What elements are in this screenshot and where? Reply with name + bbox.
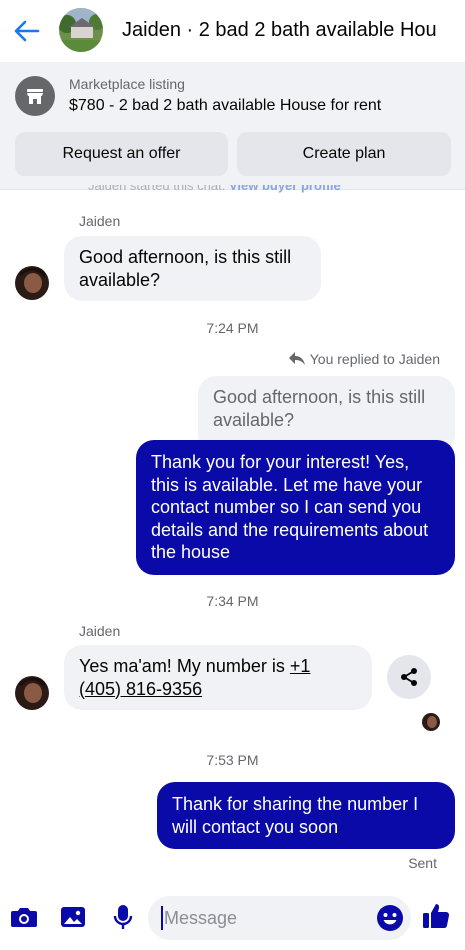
back-arrow-icon[interactable] (10, 14, 44, 48)
listing-title[interactable]: $780 - 2 bad 2 bath available House for … (69, 97, 381, 115)
share-button[interactable] (387, 655, 431, 699)
avatar[interactable] (15, 266, 49, 300)
conversation-title[interactable]: Jaiden · 2 bad 2 bath available House fo… (122, 19, 437, 42)
camera-button[interactable] (9, 902, 39, 932)
microphone-button[interactable] (108, 902, 138, 932)
reply-indicator-text: You replied to Jaiden (309, 351, 440, 367)
marketplace-label: Marketplace listing (69, 76, 185, 92)
message-text: Yes ma'am! My number is (79, 656, 290, 676)
marketplace-store-icon (15, 76, 55, 116)
delivery-status: Sent (408, 855, 437, 871)
reply-indicator: You replied to Jaiden (288, 351, 440, 367)
incoming-message[interactable]: Yes ma'am! My number is +1 (405) 816-935… (64, 645, 372, 710)
seen-avatar (422, 713, 440, 731)
outgoing-message[interactable]: Thank you for your interest! Yes, this i… (136, 440, 455, 575)
request-offer-button[interactable]: Request an offer (15, 132, 228, 176)
gallery-button[interactable] (58, 902, 88, 932)
timestamp: 7:24 PM (206, 320, 259, 336)
outgoing-message[interactable]: Thank for sharing the number I will cont… (157, 782, 455, 849)
timestamp: 7:34 PM (206, 593, 259, 609)
share-icon (401, 668, 417, 686)
gallery-icon (61, 907, 85, 927)
marketplace-listing-panel: Marketplace listing $780 - 2 bad 2 bath … (0, 62, 465, 190)
message-input[interactable] (148, 896, 411, 940)
conversation-header: Jaiden · 2 bad 2 bath available House fo… (0, 0, 465, 62)
sender-name: Jaiden (79, 623, 121, 639)
microphone-icon (113, 905, 133, 929)
reply-arrow-icon (288, 352, 305, 365)
create-plan-button[interactable]: Create plan (237, 132, 451, 176)
text-cursor (161, 906, 163, 930)
timestamp: 7:53 PM (206, 752, 259, 768)
incoming-message[interactable]: Good afternoon, is this still available? (64, 236, 321, 301)
message-composer (0, 888, 465, 950)
emoji-icon[interactable] (376, 904, 404, 932)
avatar[interactable] (15, 676, 49, 710)
thumbs-up-icon[interactable] (421, 901, 451, 931)
camera-icon (11, 908, 37, 927)
sender-name: Jaiden (79, 213, 121, 229)
listing-thumbnail[interactable] (59, 8, 103, 52)
